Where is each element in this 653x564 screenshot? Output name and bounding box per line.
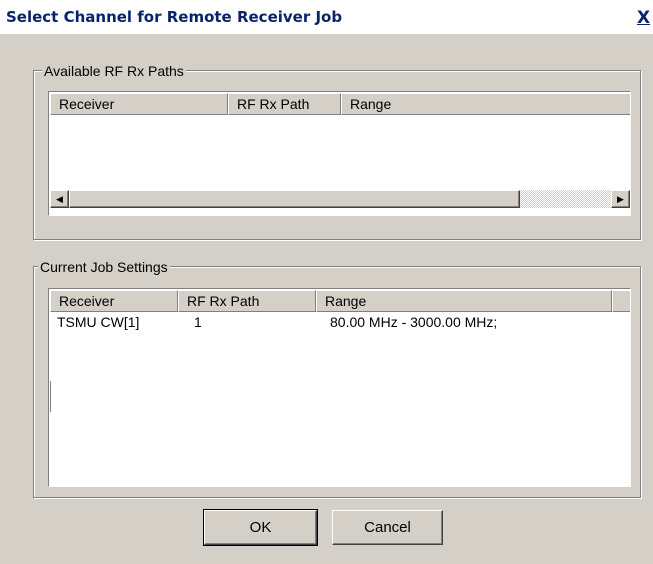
row-range: 80.00 MHz - 3000.00 MHz; bbox=[330, 314, 498, 330]
column-header-receiver[interactable]: Receiver bbox=[50, 290, 178, 312]
row-receiver: TSMU CW[1] bbox=[57, 314, 140, 330]
scroll-left-icon[interactable]: ◀ bbox=[50, 190, 69, 208]
current-job-label: Current Job Settings bbox=[38, 259, 170, 275]
scroll-track[interactable] bbox=[520, 190, 611, 208]
close-icon[interactable]: X bbox=[637, 8, 653, 28]
scroll-right-icon[interactable]: ▶ bbox=[611, 190, 630, 208]
ok-button[interactable]: OK bbox=[203, 509, 318, 546]
column-header-filler bbox=[612, 290, 630, 312]
column-resize-marker bbox=[50, 381, 51, 412]
window-title: Select Channel for Remote Receiver Job bbox=[6, 8, 343, 26]
row-rf-rx-path: 1 bbox=[194, 314, 202, 330]
available-paths-list[interactable]: Receiver RF Rx Path Range ◀ ▶ bbox=[48, 91, 631, 216]
title-bar[interactable]: Select Channel for Remote Receiver Job X bbox=[0, 0, 653, 34]
scroll-thumb[interactable] bbox=[69, 190, 520, 208]
available-paths-hscrollbar[interactable]: ◀ ▶ bbox=[50, 190, 630, 208]
column-header-rf-rx-path[interactable]: RF Rx Path bbox=[178, 290, 316, 312]
current-job-list[interactable]: Receiver RF Rx Path Range TSMU CW[1] 1 8… bbox=[48, 288, 631, 487]
column-header-receiver[interactable]: Receiver bbox=[50, 93, 228, 115]
column-header-rf-rx-path[interactable]: RF Rx Path bbox=[228, 93, 341, 115]
column-header-range[interactable]: Range bbox=[316, 290, 612, 312]
available-paths-label: Available RF Rx Paths bbox=[42, 63, 186, 79]
table-row[interactable]: TSMU CW[1] 1 80.00 MHz - 3000.00 MHz; bbox=[49, 313, 630, 331]
cancel-button[interactable]: Cancel bbox=[332, 510, 443, 545]
column-header-range[interactable]: Range bbox=[341, 93, 630, 115]
